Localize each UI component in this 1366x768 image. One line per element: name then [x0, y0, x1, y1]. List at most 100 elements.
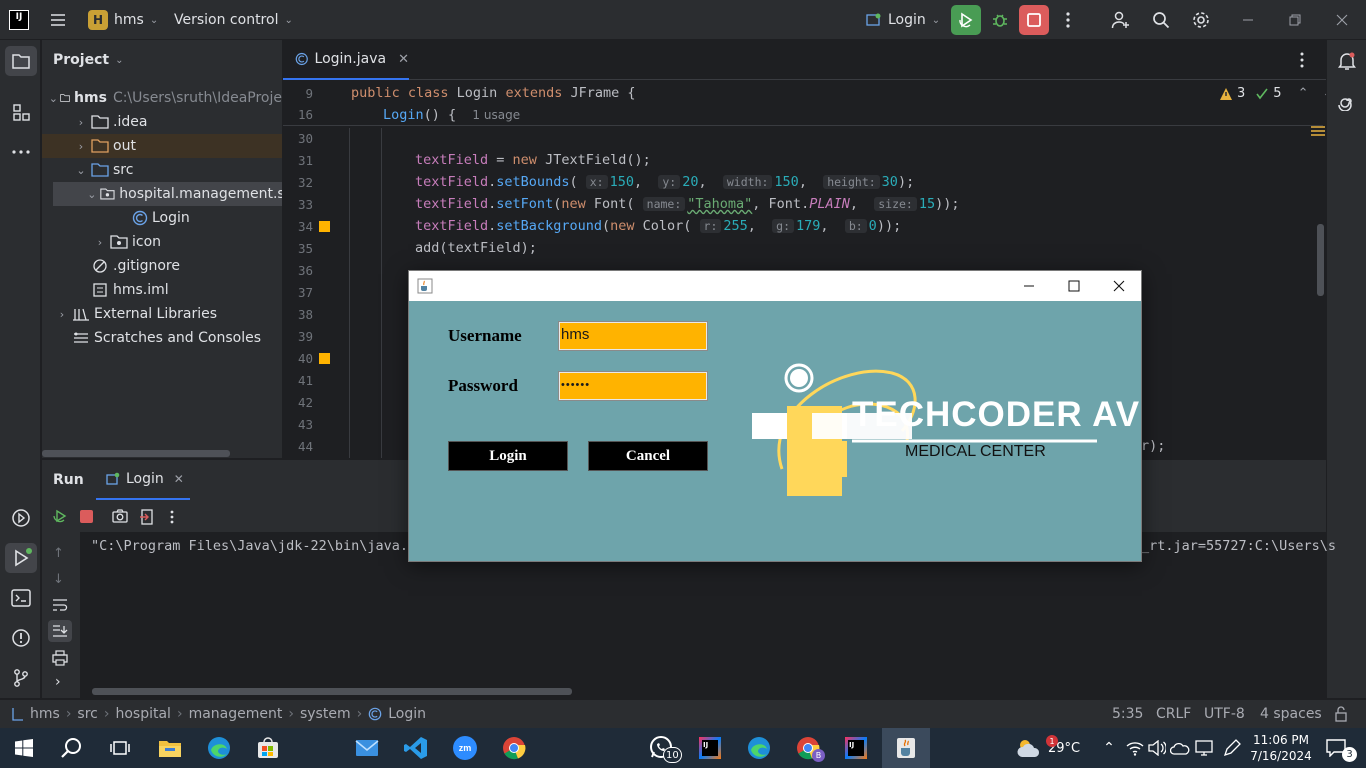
project-switcher[interactable]: H hms ⌄	[88, 0, 158, 40]
tree-item-out[interactable]: › out	[42, 134, 282, 158]
caret-position[interactable]: 5:35	[1112, 706, 1143, 722]
tree-item-package[interactable]: ⌄ hospital.management.sy	[53, 182, 282, 206]
show-hidden-icons-button[interactable]: ⌃	[1098, 728, 1120, 768]
main-menu-icon[interactable]	[48, 0, 68, 40]
minimize-button[interactable]	[1007, 271, 1051, 301]
volume-button[interactable]	[1145, 728, 1169, 768]
tree-item-iml[interactable]: hms.iml	[42, 278, 282, 302]
more-tools-button[interactable]	[0, 137, 41, 167]
code-with-me-button[interactable]	[1106, 5, 1136, 35]
project-panel-header[interactable]: Project ⌄	[53, 40, 123, 80]
stop-icon[interactable]	[80, 510, 93, 523]
search-button[interactable]	[50, 728, 94, 768]
file-explorer-button[interactable]	[148, 728, 192, 768]
store-button[interactable]	[246, 728, 290, 768]
onedrive-button[interactable]	[1168, 728, 1192, 768]
intellij-logo-icon[interactable]: IJ	[9, 0, 29, 40]
structure-tool-button[interactable]	[0, 97, 41, 127]
scroll-to-end-button[interactable]	[48, 620, 72, 642]
horizontal-scrollbar[interactable]	[92, 688, 572, 695]
task-view-button[interactable]	[98, 728, 142, 768]
line-separator[interactable]: CRLF	[1156, 706, 1191, 722]
run-tool-button[interactable]	[0, 543, 41, 573]
screenshot-button[interactable]	[112, 509, 128, 523]
zoom-button[interactable]: zm	[443, 728, 487, 768]
print-button[interactable]	[52, 650, 68, 666]
settings-button[interactable]	[1186, 5, 1216, 35]
tree-item-hms[interactable]: ⌄ hms C:\Users\sruth\IdeaProje	[42, 86, 282, 110]
vcs-menu[interactable]: Version control ⌄	[174, 0, 293, 40]
horizontal-scrollbar[interactable]	[42, 450, 230, 457]
chevron-right-icon[interactable]: ›	[55, 674, 61, 690]
whatsapp-button[interactable]: 10	[639, 728, 683, 768]
tree-item-icon[interactable]: › icon	[42, 230, 282, 254]
arrow-up-icon[interactable]: ↑	[53, 546, 64, 561]
inspection-widget[interactable]: 3 5 ⌃ ⌄	[1219, 86, 1326, 101]
debug-button[interactable]	[985, 5, 1015, 35]
tree-item-gitignore[interactable]: .gitignore	[42, 254, 282, 278]
login-window-titlebar[interactable]	[409, 271, 1141, 301]
pen-button[interactable]	[1220, 728, 1244, 768]
login-button[interactable]: Login	[448, 441, 568, 471]
run-more-button[interactable]	[170, 510, 174, 524]
breadcrumb-item[interactable]: src	[77, 706, 97, 722]
start-button[interactable]	[2, 728, 46, 768]
git-tool-button[interactable]	[0, 663, 41, 693]
tab-login-java[interactable]: Login.java ✕	[283, 40, 409, 80]
terminal-tool-button[interactable]	[0, 583, 41, 613]
rerun-button[interactable]	[52, 508, 68, 524]
tree-item-src[interactable]: ⌄ src	[42, 158, 282, 182]
search-button[interactable]	[1146, 5, 1176, 35]
intellij-taskbar-button[interactable]: IJ	[688, 728, 732, 768]
tree-item-idea[interactable]: › .idea	[42, 110, 282, 134]
run-config-selector[interactable]: Login ⌄	[866, 0, 940, 40]
breadcrumb-item[interactable]: hms	[30, 706, 60, 722]
chrome-button[interactable]	[492, 728, 536, 768]
close-tab-icon[interactable]: ✕	[174, 472, 184, 486]
clock[interactable]: 11:06 PM 7/16/2024	[1250, 728, 1312, 768]
more-actions-button[interactable]	[1053, 5, 1083, 35]
intellij-taskbar-button-2[interactable]: IJ	[834, 728, 878, 768]
exit-button[interactable]	[140, 509, 154, 525]
weather-widget[interactable]: 29°C 1	[1013, 728, 1083, 768]
breadcrumb-item[interactable]: Login	[388, 706, 426, 722]
close-window-button[interactable]	[1097, 271, 1141, 301]
chevron-down-icon[interactable]: ⌄	[1322, 86, 1326, 101]
notifications-button[interactable]	[1327, 46, 1366, 76]
chevron-up-icon[interactable]: ⌃	[1298, 86, 1309, 101]
mail-button[interactable]	[345, 728, 389, 768]
lock-icon[interactable]	[1334, 706, 1348, 722]
breadcrumb-item[interactable]: management	[189, 706, 283, 722]
stop-button[interactable]	[1019, 5, 1049, 35]
color-gutter-swatch[interactable]	[319, 352, 330, 364]
color-gutter-swatch[interactable]	[319, 220, 330, 232]
close-tab-icon[interactable]: ✕	[398, 52, 409, 67]
username-field[interactable]: hms	[558, 321, 708, 351]
soft-wrap-button[interactable]	[52, 598, 68, 612]
usage-hint[interactable]: 1 usage	[472, 108, 520, 122]
notification-center-button[interactable]: 3	[1316, 728, 1357, 768]
problems-tool-button[interactable]	[0, 623, 41, 653]
vertical-scrollbar[interactable]	[1317, 224, 1324, 296]
run-tab-login[interactable]: Login ✕	[96, 460, 190, 500]
breadcrumb-item[interactable]: hospital	[115, 706, 170, 722]
sticky-line[interactable]: 16 Login() { 1 usage	[283, 104, 1323, 126]
breadcrumb-item[interactable]: system	[300, 706, 351, 722]
close-window-button[interactable]	[1327, 5, 1357, 35]
arrow-down-icon[interactable]: ↓	[53, 572, 64, 587]
maximize-button[interactable]	[1052, 271, 1096, 301]
services-tool-button[interactable]	[0, 503, 41, 533]
restore-button[interactable]	[1280, 5, 1310, 35]
sticky-line[interactable]: 9 public class Login extends JFrame {	[283, 82, 1323, 104]
file-encoding[interactable]: UTF-8	[1204, 706, 1245, 722]
ai-assistant-button[interactable]	[1327, 86, 1366, 116]
edge-button[interactable]	[197, 728, 241, 768]
password-field[interactable]: ••••••	[558, 371, 708, 401]
cancel-button[interactable]: Cancel	[588, 441, 708, 471]
edge-profile-button[interactable]	[737, 728, 781, 768]
display-button[interactable]	[1192, 728, 1216, 768]
java-app-taskbar-button[interactable]	[882, 728, 930, 768]
indent-setting[interactable]: 4 spaces	[1260, 706, 1322, 722]
rerun-button[interactable]	[951, 5, 981, 35]
project-tool-button[interactable]	[0, 46, 41, 76]
